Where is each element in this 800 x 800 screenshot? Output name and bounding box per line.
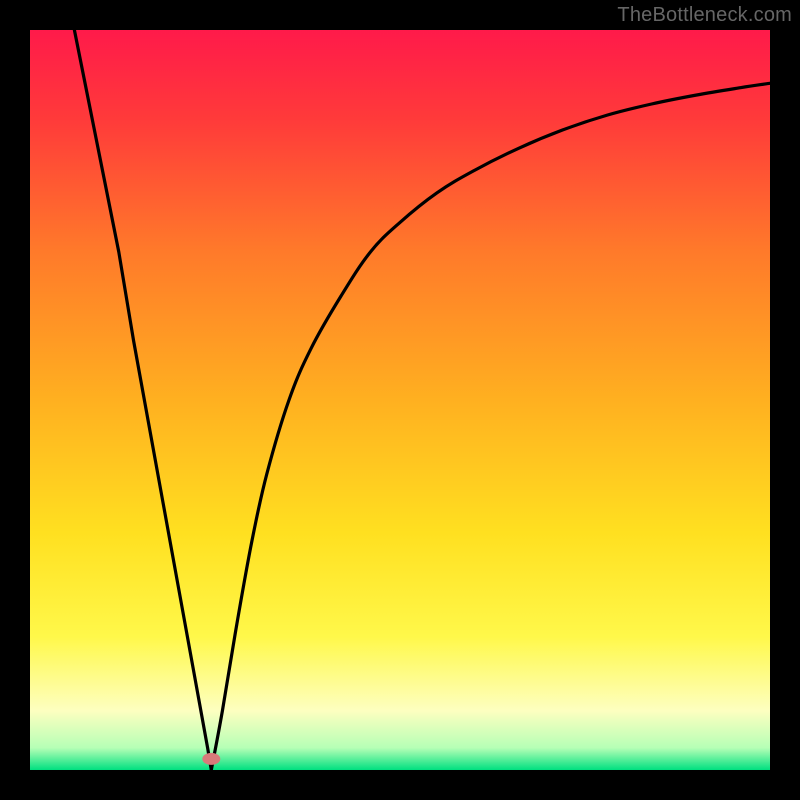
- minimum-marker: [202, 753, 220, 765]
- watermark-text: TheBottleneck.com: [617, 4, 792, 27]
- gradient-background: [30, 30, 770, 770]
- chart-frame: [30, 30, 770, 770]
- bottleneck-chart: [30, 30, 770, 770]
